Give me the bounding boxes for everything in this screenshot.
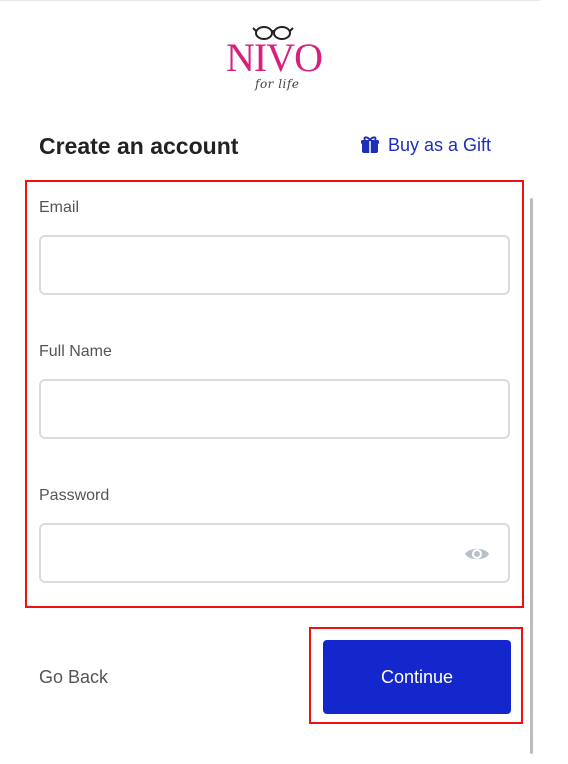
password-label: Password (39, 487, 110, 504)
email-field[interactable] (39, 235, 510, 295)
eye-icon[interactable] (464, 545, 490, 563)
page-title: Create an account (39, 133, 239, 159)
buy-as-gift-link[interactable]: Buy as a Gift (360, 131, 491, 159)
signup-page: NIVO for life Create an account Buy as a… (0, 0, 568, 764)
full-name-label: Full Name (39, 343, 112, 360)
full-name-field[interactable] (39, 379, 510, 439)
top-divider (0, 0, 540, 1)
continue-button[interactable]: Continue (323, 640, 511, 714)
logo-tagline: for life (255, 77, 300, 91)
email-label: Email (39, 199, 80, 216)
brand-logo: NIVO for life (224, 24, 334, 98)
go-back-button[interactable]: Go Back (39, 665, 108, 689)
buy-as-gift-label: Buy as a Gift (388, 135, 492, 155)
scrollbar[interactable] (530, 198, 533, 754)
password-field[interactable] (39, 523, 510, 583)
gift-icon (361, 136, 379, 153)
